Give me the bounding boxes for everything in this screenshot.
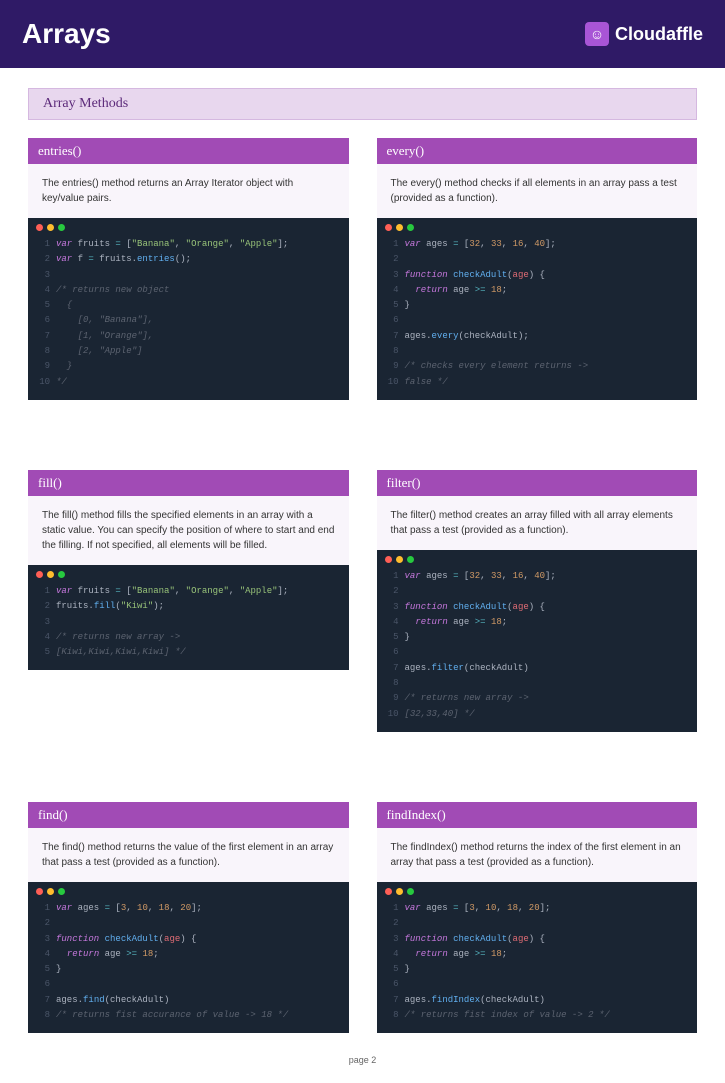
window-dot-g — [407, 224, 414, 231]
card-description: The every() method checks if all element… — [377, 164, 698, 218]
code-block: 1var ages = [32, 33, 16, 40];23function … — [377, 218, 698, 400]
window-dot-y — [396, 224, 403, 231]
window-dot-y — [47, 571, 54, 578]
code-content: 1var ages = [3, 10, 18, 20];23function c… — [377, 897, 698, 1033]
window-dots — [28, 882, 349, 897]
window-dots — [28, 565, 349, 580]
window-dot-y — [47, 888, 54, 895]
code-block: 1var ages = [3, 10, 18, 20];23function c… — [377, 882, 698, 1033]
window-dot-g — [407, 888, 414, 895]
brand: ☺ Cloudaffle — [585, 22, 703, 46]
code-block: 1var fruits = ["Banana", "Orange", "Appl… — [28, 218, 349, 400]
card-title: findIndex() — [377, 802, 698, 828]
card-title: filter() — [377, 470, 698, 496]
code-block: 1var ages = [3, 10, 18, 20];23function c… — [28, 882, 349, 1033]
window-dot-g — [58, 888, 65, 895]
window-dot-r — [36, 571, 43, 578]
card-title: find() — [28, 802, 349, 828]
window-dot-y — [396, 556, 403, 563]
method-card: fill()The fill() method fills the specif… — [28, 470, 349, 732]
window-dot-r — [385, 556, 392, 563]
method-card: findIndex()The findIndex() method return… — [377, 802, 698, 1033]
code-content: 1var ages = [32, 33, 16, 40];23function … — [377, 233, 698, 400]
code-block: 1var fruits = ["Banana", "Orange", "Appl… — [28, 565, 349, 670]
card-description: The findIndex() method returns the index… — [377, 828, 698, 882]
window-dot-g — [407, 556, 414, 563]
window-dot-g — [58, 571, 65, 578]
brand-name: Cloudaffle — [615, 24, 703, 45]
page-content: Array Methods entries()The entries() met… — [0, 68, 725, 1043]
window-dot-y — [396, 888, 403, 895]
method-card: entries()The entries() method returns an… — [28, 138, 349, 400]
code-content: 1var fruits = ["Banana", "Orange", "Appl… — [28, 580, 349, 670]
page-footer: page 2 — [0, 1043, 725, 1083]
window-dots — [377, 882, 698, 897]
window-dots — [377, 550, 698, 565]
section-header: Array Methods — [28, 88, 697, 120]
window-dot-r — [36, 888, 43, 895]
window-dot-r — [36, 224, 43, 231]
window-dot-r — [385, 224, 392, 231]
card-description: The filter() method creates an array fil… — [377, 496, 698, 550]
method-card: every()The every() method checks if all … — [377, 138, 698, 400]
window-dots — [28, 218, 349, 233]
card-description: The entries() method returns an Array It… — [28, 164, 349, 218]
card-description: The fill() method fills the specified el… — [28, 496, 349, 565]
code-content: 1var ages = [3, 10, 18, 20];23function c… — [28, 897, 349, 1033]
code-content: 1var ages = [32, 33, 16, 40];23function … — [377, 565, 698, 732]
method-card: find()The find() method returns the valu… — [28, 802, 349, 1033]
card-title: entries() — [28, 138, 349, 164]
card-title: every() — [377, 138, 698, 164]
page-title: Arrays — [22, 18, 111, 50]
window-dot-y — [47, 224, 54, 231]
code-content: 1var fruits = ["Banana", "Orange", "Appl… — [28, 233, 349, 400]
brand-icon: ☺ — [585, 22, 609, 46]
cards-grid: entries()The entries() method returns an… — [28, 138, 697, 1033]
card-title: fill() — [28, 470, 349, 496]
window-dot-r — [385, 888, 392, 895]
method-card: filter()The filter() method creates an a… — [377, 470, 698, 732]
window-dots — [377, 218, 698, 233]
code-block: 1var ages = [32, 33, 16, 40];23function … — [377, 550, 698, 732]
window-dot-g — [58, 224, 65, 231]
header-bar: Arrays ☺ Cloudaffle — [0, 0, 725, 68]
card-description: The find() method returns the value of t… — [28, 828, 349, 882]
